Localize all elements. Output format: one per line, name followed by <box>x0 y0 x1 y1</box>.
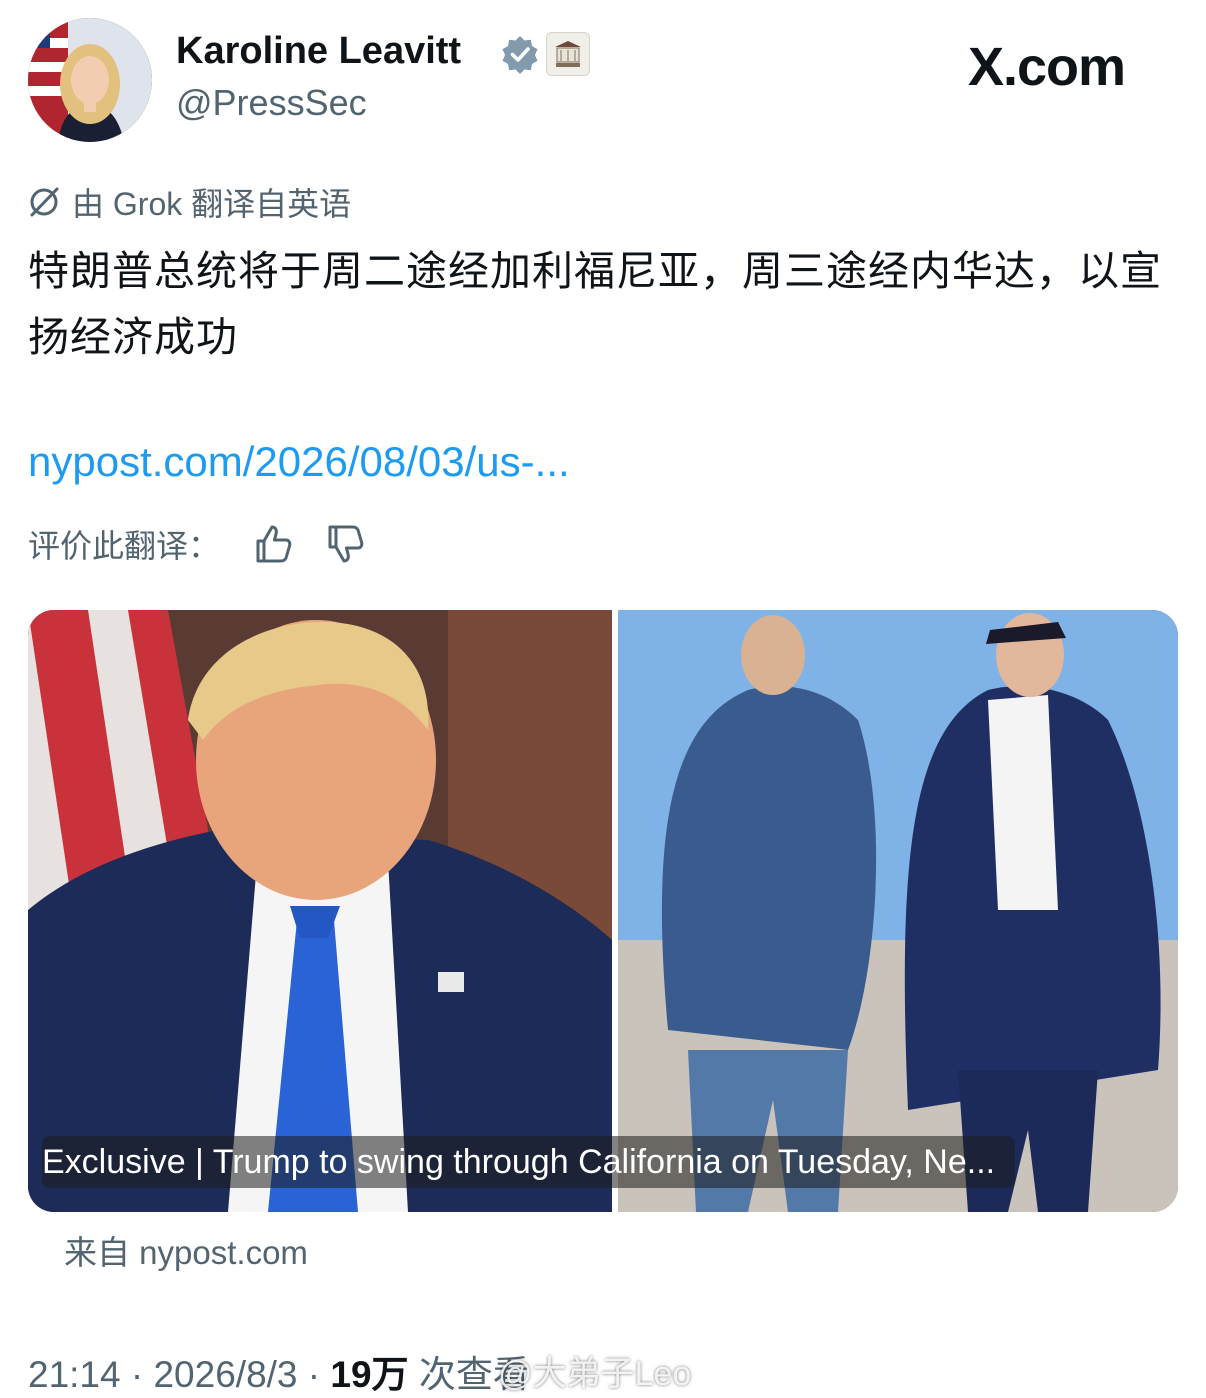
post-text: 特朗普总统将于周二途经加利福尼亚，周三途经内华达，以宣扬经济成功 <box>28 248 1162 360</box>
rate-translation-label: 评价此翻译： <box>28 528 221 564</box>
link-card[interactable] <box>28 610 1178 1212</box>
post-link[interactable]: nypost.com/2026/08/03/us-... <box>28 438 570 486</box>
card-image <box>28 610 1178 1212</box>
author-avatar[interactable] <box>28 18 152 142</box>
meta-separator: · <box>130 1354 144 1395</box>
watermark: @大弟子Leo <box>498 1355 692 1393</box>
thumbs-up-icon[interactable] <box>252 523 294 565</box>
rate-translation: 评价此翻译： <box>28 520 366 568</box>
author-handle[interactable]: @PressSec <box>176 82 367 124</box>
translation-notice[interactable]: 由 Grok 翻译自英语 <box>26 180 351 224</box>
post-time[interactable]: 21:14 <box>28 1354 121 1395</box>
views-count: 19万 <box>330 1354 409 1395</box>
avatar-image <box>28 18 152 142</box>
card-caption-text: Exclusive | Trump to swing through Calif… <box>42 1142 996 1181</box>
thumbs-down-icon[interactable] <box>324 523 366 565</box>
brand-logo: X.com <box>968 37 1126 97</box>
card-source[interactable]: 来自 nypost.com <box>64 1226 308 1274</box>
grok-translate-icon <box>30 187 59 217</box>
post-date[interactable]: 2026/8/3 <box>153 1354 297 1395</box>
verified-badge-icon[interactable] <box>500 34 540 74</box>
post-meta: 21:14 · 2026/8/3 · 19万 次查看 <box>28 1344 530 1398</box>
translation-notice-text: 由 Grok 翻译自英语 <box>72 186 352 222</box>
author-name[interactable]: Karoline Leavitt <box>176 30 461 73</box>
meta-separator: · <box>307 1354 321 1395</box>
card-caption: Exclusive | Trump to swing through Calif… <box>42 1136 1016 1188</box>
white-house-affiliate-icon[interactable] <box>546 32 590 76</box>
